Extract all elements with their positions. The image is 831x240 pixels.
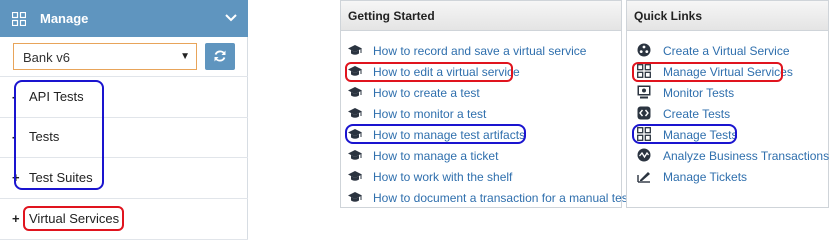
refresh-button[interactable] bbox=[205, 43, 235, 70]
link-label[interactable]: Create a Virtual Service bbox=[663, 44, 790, 58]
highlight-box bbox=[14, 80, 104, 190]
getting-started-panel: Getting Started How to record and save a… bbox=[340, 0, 631, 208]
link-item[interactable]: How to monitor a test bbox=[341, 105, 621, 123]
chevron-down-icon[interactable] bbox=[224, 12, 238, 24]
panel-header: Quick Links bbox=[627, 1, 828, 31]
link-item[interactable]: How to work with the shelf bbox=[341, 168, 621, 186]
link-item[interactable]: Create Tests bbox=[627, 105, 828, 123]
highlight-box bbox=[632, 124, 737, 144]
link-item[interactable]: Create a Virtual Service bbox=[627, 42, 828, 60]
graduation-cap-icon bbox=[348, 85, 362, 99]
panel-title: Quick Links bbox=[634, 9, 703, 23]
link-label[interactable]: How to record and save a virtual service bbox=[373, 44, 586, 58]
ticket-icon bbox=[637, 169, 651, 183]
link-label[interactable]: How to monitor a test bbox=[373, 107, 486, 121]
link-label[interactable]: Monitor Tests bbox=[663, 86, 734, 100]
sidebar-title: Manage bbox=[40, 11, 89, 26]
panel-header: Getting Started bbox=[341, 1, 621, 31]
graduation-cap-icon bbox=[348, 190, 362, 204]
highlight-box bbox=[23, 206, 124, 231]
graduation-cap-icon bbox=[348, 148, 362, 162]
project-select-value: Bank v6 bbox=[23, 50, 70, 65]
link-item[interactable]: Manage Tickets bbox=[627, 168, 828, 186]
link-label[interactable]: How to create a test bbox=[373, 86, 480, 100]
link-label[interactable]: How to work with the shelf bbox=[373, 170, 512, 184]
panel-title: Getting Started bbox=[348, 9, 435, 23]
virtual-service-icon bbox=[637, 43, 651, 57]
grid-icon bbox=[12, 12, 26, 26]
code-icon bbox=[637, 106, 651, 120]
link-item[interactable]: How to document a transaction for a manu… bbox=[341, 189, 631, 207]
link-label[interactable]: How to manage a ticket bbox=[373, 149, 498, 163]
highlight-box bbox=[345, 62, 513, 82]
highlight-box bbox=[632, 62, 783, 82]
link-label[interactable]: Manage Tickets bbox=[663, 170, 747, 184]
monitor-icon bbox=[637, 85, 651, 99]
graduation-cap-icon bbox=[348, 169, 362, 183]
manage-sidebar: Manage Bank v6 ▼ - API Tests - Tests + T… bbox=[0, 0, 248, 240]
link-item[interactable]: How to manage a ticket bbox=[341, 147, 621, 165]
refresh-icon bbox=[214, 50, 226, 62]
dropdown-caret-icon: ▼ bbox=[180, 51, 190, 62]
pulse-icon bbox=[637, 148, 651, 162]
graduation-cap-icon bbox=[348, 43, 362, 57]
link-item[interactable]: How to record and save a virtual service bbox=[341, 42, 621, 60]
link-item[interactable]: Monitor Tests bbox=[627, 84, 828, 102]
link-label[interactable]: Analyze Business Transactions bbox=[663, 149, 829, 163]
project-select[interactable]: Bank v6 ▼ bbox=[13, 43, 197, 70]
link-label[interactable]: Create Tests bbox=[663, 107, 730, 121]
graduation-cap-icon bbox=[348, 106, 362, 120]
expand-toggle[interactable]: + bbox=[12, 211, 20, 226]
highlight-box bbox=[345, 124, 526, 144]
link-item[interactable]: Analyze Business Transactions bbox=[627, 147, 829, 165]
link-label[interactable]: How to document a transaction for a manu… bbox=[373, 191, 631, 205]
quick-links-panel: Quick Links Create a Virtual Service Mana… bbox=[626, 0, 829, 208]
link-item[interactable]: How to create a test bbox=[341, 84, 621, 102]
sidebar-header[interactable]: Manage bbox=[0, 0, 248, 37]
